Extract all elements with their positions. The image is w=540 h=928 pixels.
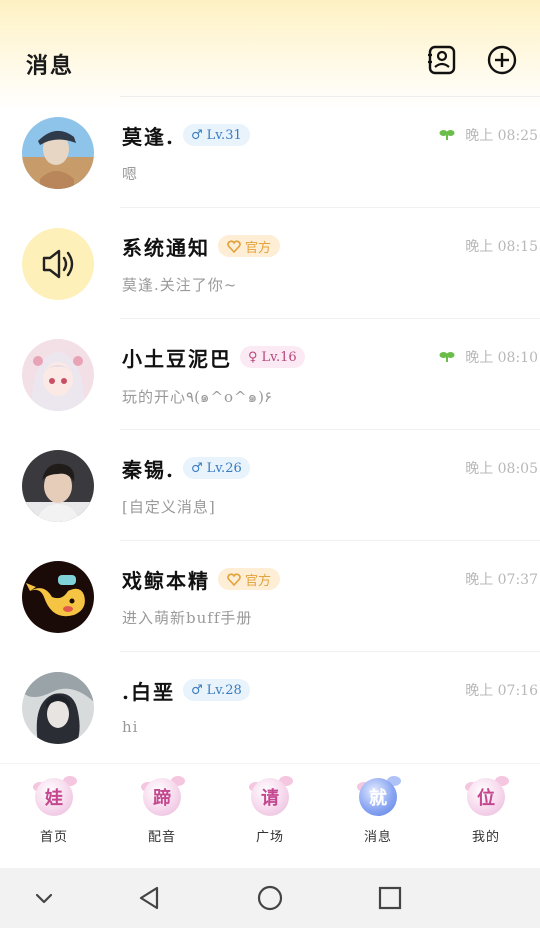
- plus-circle-icon: [487, 45, 517, 75]
- tab-home[interactable]: 娃 首页: [0, 764, 108, 868]
- avatar[interactable]: [22, 117, 94, 189]
- male-icon: ♂: [190, 460, 203, 476]
- add-button[interactable]: [486, 44, 518, 76]
- message-time: 晚上 07:16: [465, 683, 538, 699]
- contact-name: 小土豆泥巴: [122, 346, 232, 371]
- plaza-tab-icon: 请: [247, 774, 293, 820]
- male-icon: ♂: [190, 682, 203, 698]
- back-button[interactable]: [134, 882, 166, 914]
- header: 消息: [0, 36, 540, 88]
- contact-name: 戏鲸本精: [122, 568, 210, 593]
- avatar-whale-mascot: [22, 561, 94, 633]
- message-preview: 莫逢.关注了你~: [122, 276, 238, 294]
- message-preview: 进入萌新buff手册: [122, 609, 253, 627]
- conversation-row[interactable]: 小土豆泥巴 ♀ Lv.16 晚上 08:10 玩的开心٩(๑^o^๑)۶: [22, 318, 540, 429]
- home-circle-icon: [257, 885, 283, 911]
- contact-name: 系统通知: [122, 235, 210, 260]
- contact-name: 秦锡.: [122, 457, 175, 482]
- home-tab-icon: 娃: [31, 774, 77, 820]
- page-title: 消息: [26, 53, 75, 79]
- avatar-dark-anime: [22, 672, 94, 744]
- male-icon: ♂: [190, 127, 203, 143]
- collapse-button[interactable]: [28, 882, 60, 914]
- avatar[interactable]: [22, 450, 94, 522]
- female-icon: ♀: [248, 349, 258, 365]
- message-preview: hi: [122, 718, 139, 736]
- conversation-row[interactable]: 秦锡. ♂ Lv.26 晚上 08:05 [自定义消息]: [22, 429, 540, 540]
- sprout-icon: [439, 352, 455, 362]
- profile-tab-icon: 位: [463, 774, 509, 820]
- conversation-row[interactable]: .白垩 ♂ Lv.28 晚上 07:16 hi: [22, 651, 540, 762]
- message-time: 晚上 08:25: [439, 125, 538, 145]
- message-time: 晚上 07:37: [465, 572, 538, 588]
- tab-profile[interactable]: 位 我的: [432, 764, 540, 868]
- back-triangle-icon: [139, 886, 159, 910]
- tab-label: 我的: [471, 830, 500, 845]
- official-badge: 官方: [218, 568, 281, 590]
- message-time: 晚上 08:10: [439, 347, 538, 367]
- heart-shield-icon: [227, 573, 241, 586]
- conversation-row[interactable]: 系统通知 官方 晚上 08:15 莫逢.关注了你~: [22, 207, 540, 318]
- avatar[interactable]: [22, 228, 94, 300]
- tab-label: 消息: [363, 830, 392, 845]
- tab-dubbing[interactable]: 蹄 配音: [108, 764, 216, 868]
- conversation-row[interactable]: 莫逢. ♂ Lv.31 晚上 08:25 嗯: [22, 96, 540, 207]
- tab-plaza[interactable]: 请 广场: [216, 764, 324, 868]
- sprout-icon: [439, 130, 455, 140]
- speaker-icon: [42, 249, 74, 279]
- message-preview: [自定义消息]: [122, 498, 216, 516]
- tab-label: 首页: [39, 830, 68, 845]
- avatar-anime-girl: [22, 339, 94, 411]
- tab-label: 广场: [255, 830, 284, 845]
- home-button[interactable]: [254, 882, 286, 914]
- avatar-young-man: [22, 450, 94, 522]
- contact-name: .白垩: [122, 679, 175, 704]
- message-preview: 嗯: [122, 165, 139, 183]
- avatar[interactable]: [22, 561, 94, 633]
- tab-messages[interactable]: 就 消息: [324, 764, 432, 868]
- message-preview: 玩的开心٩(๑^o^๑)۶: [122, 388, 273, 406]
- message-time: 晚上 08:15: [465, 239, 538, 255]
- message-time: 晚上 08:05: [465, 461, 538, 477]
- avatar[interactable]: [22, 339, 94, 411]
- recents-button[interactable]: [374, 882, 406, 914]
- level-badge: ♀ Lv.16: [240, 346, 305, 368]
- chevron-down-icon: [35, 893, 53, 904]
- level-badge: ♂ Lv.26: [182, 457, 250, 479]
- conversation-row[interactable]: 戏鲸本精 官方 晚上 07:37 进入萌新buff手册: [22, 540, 540, 651]
- heart-shield-icon: [227, 240, 241, 253]
- messages-tab-icon: 就: [355, 774, 401, 820]
- contacts-button[interactable]: [426, 44, 458, 76]
- conversation-list: 莫逢. ♂ Lv.31 晚上 08:25 嗯 系统通知 官方 晚上 08:15 …: [0, 96, 540, 762]
- avatar[interactable]: [22, 672, 94, 744]
- tab-label: 配音: [147, 830, 176, 845]
- level-badge: ♂ Lv.31: [182, 124, 250, 146]
- level-badge: ♂ Lv.28: [182, 679, 250, 701]
- bottom-tab-bar: 娃 首页 蹄 配音 请 广场 就 消息 位 我的: [0, 763, 540, 868]
- avatar-man-cap: [22, 117, 94, 189]
- dubbing-tab-icon: 蹄: [139, 774, 185, 820]
- system-nav-bar: [0, 868, 540, 928]
- official-badge: 官方: [218, 235, 281, 257]
- contacts-icon: [428, 45, 456, 75]
- recents-square-icon: [378, 886, 402, 910]
- contact-name: 莫逢.: [122, 124, 175, 149]
